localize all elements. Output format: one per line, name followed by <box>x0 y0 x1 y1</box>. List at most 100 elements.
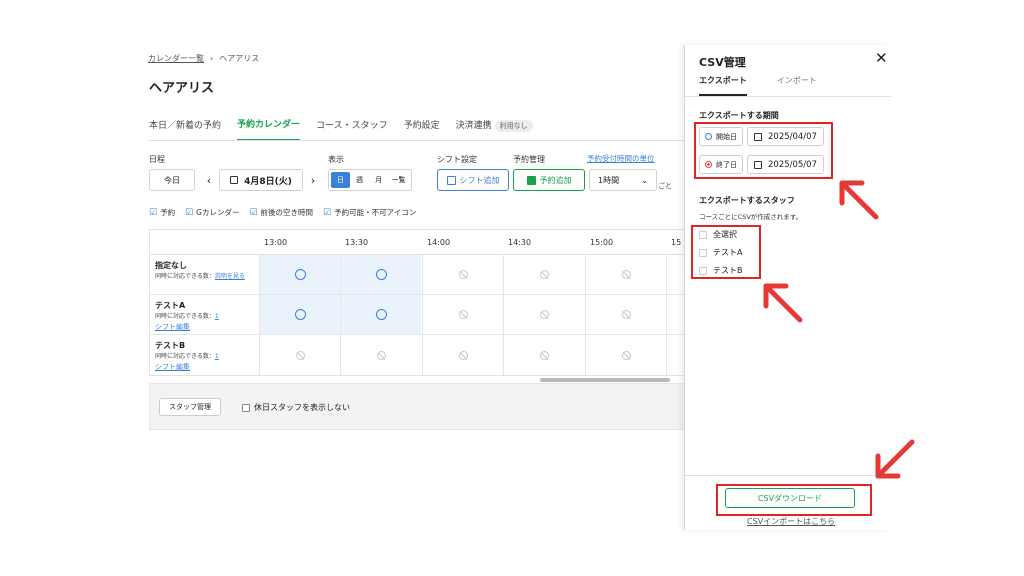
unavailable-icon <box>376 351 386 360</box>
available-icon <box>294 309 306 320</box>
unavailable-icon <box>539 310 549 319</box>
slot-cell <box>666 295 684 334</box>
time-header: 14:30 <box>508 238 532 247</box>
shift-add-button[interactable]: シフト追加 <box>437 169 509 191</box>
checkbox-checked-icon: ☑ <box>185 207 194 218</box>
chevron-left-icon[interactable]: ‹ <box>200 169 218 191</box>
tab-today-new[interactable]: 本日／新着の予約 <box>149 118 221 140</box>
current-date: 4月8日(火) <box>244 176 292 187</box>
view-day[interactable]: 日 <box>331 172 351 188</box>
breadcrumb-current: ヘアアリス <box>219 54 260 63</box>
unavailable-icon <box>621 351 631 360</box>
breadcrumb: カレンダー一覧 › ヘアアリス <box>148 53 259 64</box>
panel-tabs-divider <box>685 96 891 97</box>
time-header: 15:00 <box>590 238 614 247</box>
page: カレンダー一覧 › ヘアアリス ヘアアリス 本日／新着の予約 予約カレンダー コ… <box>0 0 1024 576</box>
calendar-grid: 13:00 13:30 14:00 14:30 15:00 15 指定なし 同時… <box>149 229 685 376</box>
table-row: テストA 同時に対応できる数：1 シフト編集 <box>150 295 684 335</box>
slot-cell[interactable] <box>259 255 340 294</box>
slot-cell <box>340 335 421 375</box>
date-picker[interactable]: 4月8日(火) <box>219 169 303 191</box>
calendar-plus-icon <box>446 175 456 185</box>
main-tabs: 本日／新着の予約 予約カレンダー コース・スタッフ 予約設定 決済連携 利用なし <box>149 117 533 141</box>
time-unit-value: 1時間 <box>598 175 620 185</box>
reserve-add-button[interactable]: 予約追加 <box>513 169 585 191</box>
slot-cell <box>422 295 503 334</box>
time-header: 13:00 <box>264 238 288 247</box>
close-icon[interactable]: ✕ <box>875 49 888 67</box>
capacity-link[interactable]: 1 <box>215 313 219 320</box>
unavailable-icon <box>295 351 305 360</box>
shift-edit-link[interactable]: シフト編集 <box>155 363 190 371</box>
filter-label: 予約可能・不可アイコン <box>334 208 417 217</box>
filter-reservation[interactable]: ☑ 予約 <box>149 207 175 218</box>
tab-reservation-settings[interactable]: 予約設定 <box>404 118 440 140</box>
tab-reservation-calendar[interactable]: 予約カレンダー <box>237 117 301 141</box>
shift-settings-label: シフト設定 <box>437 155 477 164</box>
available-icon <box>294 269 306 280</box>
time-unit-select[interactable]: 1時間 ⌄ <box>589 169 657 191</box>
view-list[interactable]: 一覧 <box>388 175 409 185</box>
staff-name: テストB <box>155 341 186 350</box>
time-header: 14:00 <box>427 238 451 247</box>
tab-payment[interactable]: 決済連携 利用なし <box>456 118 533 140</box>
unavailable-icon <box>621 310 631 319</box>
slot-cell[interactable] <box>340 295 421 334</box>
tab-payment-label: 決済連携 <box>455 121 492 131</box>
breadcrumb-calendar-list[interactable]: カレンダー一覧 <box>148 53 204 64</box>
highlight-staff-box <box>691 225 761 279</box>
page-title: ヘアアリス <box>149 81 215 96</box>
staff-name: 指定なし <box>155 261 187 270</box>
person-icon <box>526 175 536 185</box>
slot-cell <box>666 255 684 294</box>
today-button[interactable]: 今日 <box>149 169 195 191</box>
chevron-down-icon: ⌄ <box>641 175 648 185</box>
staff-name: テストA <box>155 301 186 310</box>
unavailable-icon <box>539 351 549 360</box>
unavailable-icon <box>458 310 468 319</box>
row-label: テストB 同時に対応できる数：1 シフト編集 <box>155 341 219 372</box>
csv-import-link[interactable]: CSVインポートはこちら <box>747 516 835 527</box>
time-unit-link[interactable]: 予約受付時間の単位 <box>587 153 655 164</box>
filter-buffer-time[interactable]: ☑ 前後の空き時間 <box>249 207 313 218</box>
filter-availability-icons[interactable]: ☑ 予約可能・不可アイコン <box>323 207 416 218</box>
tab-export[interactable]: エクスポート <box>699 75 747 96</box>
display-filters: ☑ 予約 ☑ Gカレンダー ☑ 前後の空き時間 ☑ 予約可能・不可アイコン <box>149 207 416 218</box>
view-week[interactable]: 週 <box>350 175 369 185</box>
slot-cell <box>585 335 666 375</box>
slot-cell <box>503 255 584 294</box>
slot-cell <box>585 255 666 294</box>
slot-cell[interactable] <box>340 255 421 294</box>
view-month[interactable]: 月 <box>369 175 388 185</box>
row-label: テストA 同時に対応できる数：1 シフト編集 <box>155 301 219 332</box>
slot-cell[interactable] <box>259 295 340 334</box>
grid-footer <box>149 383 685 430</box>
capacity-label: 同時に対応できる数： <box>155 313 215 320</box>
tab-course-staff[interactable]: コース・スタッフ <box>316 118 388 140</box>
shift-edit-link[interactable]: シフト編集 <box>155 323 190 331</box>
filter-gcalendar[interactable]: ☑ Gカレンダー <box>185 207 239 218</box>
checkbox-icon <box>242 403 250 412</box>
highlight-download-box <box>716 484 872 516</box>
slot-cell <box>422 255 503 294</box>
checkbox-checked-icon: ☑ <box>323 207 332 218</box>
capacity-link[interactable]: 1 <box>215 353 219 360</box>
filter-label: Gカレンダー <box>196 208 240 217</box>
chevron-right-icon[interactable]: › <box>305 169 321 191</box>
unavailable-icon <box>621 270 631 279</box>
slot-cell <box>585 295 666 334</box>
table-row: テストB 同時に対応できる数：1 シフト編集 <box>150 335 684 375</box>
reserve-manage-label: 予約管理 <box>513 155 545 164</box>
explain-link[interactable]: 説明を見る <box>215 273 245 280</box>
slot-cell <box>259 335 340 375</box>
highlight-period-box <box>694 122 833 179</box>
grid-header: 13:00 13:30 14:00 14:30 15:00 15 <box>150 230 684 255</box>
tab-import[interactable]: インポート <box>777 75 817 96</box>
available-icon <box>375 309 387 320</box>
view-label: 表示 <box>328 155 344 164</box>
horizontal-scrollbar[interactable] <box>540 378 670 382</box>
slot-cell <box>503 295 584 334</box>
hide-holiday-staff-toggle[interactable]: 休日スタッフを表示しない <box>242 402 350 413</box>
checkbox-checked-icon: ☑ <box>149 207 158 218</box>
staff-manage-button[interactable]: スタッフ管理 <box>159 398 221 416</box>
